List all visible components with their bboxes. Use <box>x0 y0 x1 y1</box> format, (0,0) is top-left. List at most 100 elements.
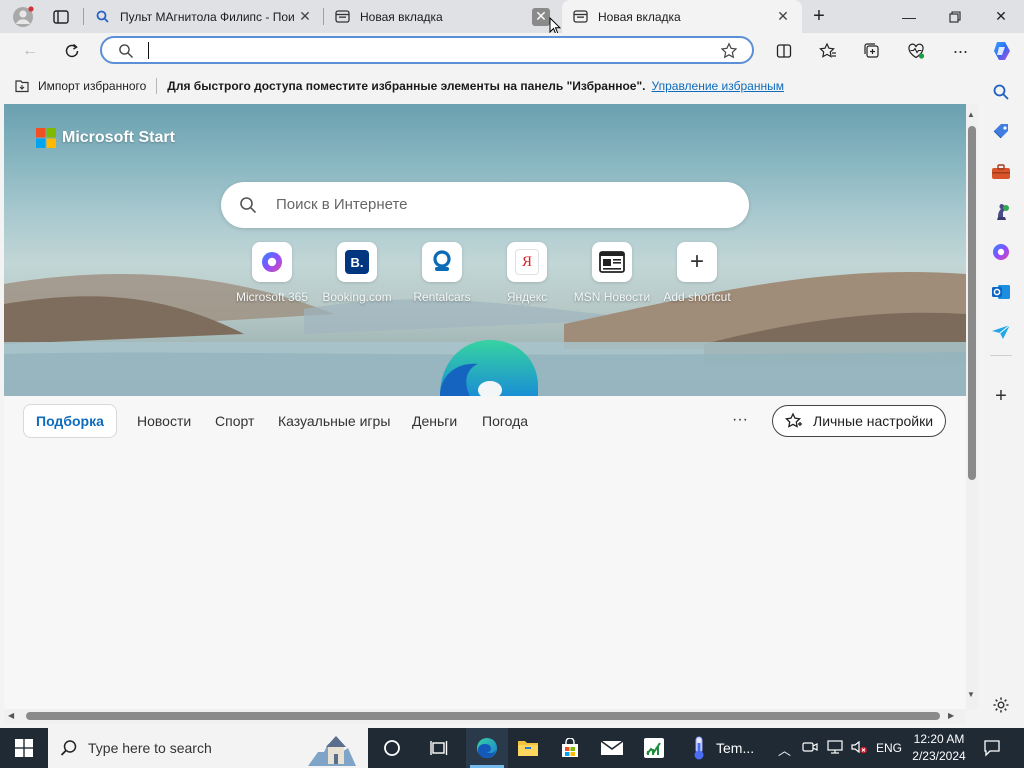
taskbar-store[interactable] <box>550 728 590 768</box>
favorites-button[interactable] <box>814 37 842 65</box>
sidebar-tools-button[interactable] <box>988 159 1014 185</box>
tab-new-active[interactable]: Новая вкладка ✕ <box>562 0 802 33</box>
category-tab[interactable]: Погода <box>482 405 528 437</box>
notification-icon <box>984 740 1000 757</box>
add-shortcut-button[interactable]: + Add shortcut <box>652 242 742 304</box>
toolbox-icon <box>992 164 1010 179</box>
taskbar-weather-widget[interactable]: Tem... <box>690 728 754 768</box>
restore-icon <box>949 10 961 23</box>
personalize-star-icon <box>785 412 802 428</box>
back-arrow-icon: ← <box>22 42 38 59</box>
scroll-up-icon[interactable]: ▲ <box>967 110 975 119</box>
stocks-chart-icon <box>644 738 664 758</box>
sidebar-shopping-button[interactable] <box>988 119 1014 145</box>
vertical-scroll-thumb[interactable] <box>968 126 976 480</box>
horizontal-scrollbar[interactable]: ◀ ▶ <box>4 709 966 724</box>
task-view-icon <box>430 741 448 755</box>
microsoft-logo-icon <box>36 128 56 148</box>
manage-favorites-link[interactable]: Управление избранным <box>652 79 784 93</box>
language-indicator[interactable]: ENG <box>876 741 902 755</box>
profile-avatar-icon <box>13 6 34 27</box>
back-button[interactable]: ← <box>16 37 44 65</box>
personalize-button[interactable]: Личные настройки <box>772 405 946 437</box>
cortana-button[interactable] <box>372 728 412 768</box>
quick-link-rentalcars[interactable]: Rentalcars <box>397 242 487 304</box>
settings-more-button[interactable]: ··· <box>946 37 974 65</box>
category-tab[interactable]: Новости <box>137 405 191 437</box>
close-tab-icon[interactable]: ✕ <box>532 7 550 26</box>
quick-link-booking[interactable]: B. Booking.com <box>312 242 402 304</box>
category-tab[interactable]: Деньги <box>412 405 457 437</box>
taskbar-stocks-app[interactable] <box>634 728 674 768</box>
search-icon <box>60 740 77 756</box>
refresh-button[interactable] <box>58 37 86 65</box>
sidebar-add-button[interactable]: + <box>988 383 1014 409</box>
task-view-button[interactable] <box>420 728 460 768</box>
new-tab-page: Microsoft Start Поиск в Интернете Micros… <box>4 104 966 709</box>
sidebar-drop-button[interactable] <box>988 319 1014 345</box>
minimize-button[interactable]: — <box>886 0 932 33</box>
sidebar-settings-button[interactable] <box>988 692 1014 718</box>
notifications-button[interactable] <box>972 728 1012 768</box>
close-tab-icon[interactable]: ✕ <box>296 8 314 26</box>
volume-muted-icon <box>851 740 867 754</box>
address-bar[interactable] <box>100 36 754 64</box>
split-screen-button[interactable] <box>770 37 798 65</box>
yandex-icon: Я <box>507 242 547 282</box>
more-categories-button[interactable]: ··· <box>732 404 748 436</box>
category-tab-active[interactable]: Подборка <box>23 404 117 438</box>
plus-icon: + <box>677 242 717 282</box>
shopping-tag-icon <box>993 124 1008 139</box>
tab-actions-button[interactable] <box>48 4 74 30</box>
network-icon <box>827 740 843 754</box>
taskbar-edge-app[interactable] <box>466 728 508 768</box>
search-icon <box>993 84 1009 100</box>
brand-logo[interactable]: Microsoft Start <box>36 128 175 148</box>
show-hidden-icons-button[interactable]: ︿ <box>778 740 791 759</box>
search-highlight-image <box>308 736 356 766</box>
start-button[interactable] <box>4 728 44 768</box>
quick-link-yandex[interactable]: Я Яндекс <box>482 242 572 304</box>
tray-volume[interactable] <box>850 739 868 758</box>
scroll-right-icon[interactable]: ▶ <box>948 711 954 720</box>
favorites-icon <box>819 42 836 58</box>
new-tab-button[interactable]: + <box>806 3 832 29</box>
sidebar-outlook-button[interactable] <box>988 279 1014 305</box>
quick-link-microsoft365[interactable]: Microsoft 365 <box>227 242 317 304</box>
horizontal-scroll-thumb[interactable] <box>26 712 940 720</box>
close-window-button[interactable]: ✕ <box>978 0 1024 33</box>
tray-meet-now[interactable] <box>802 739 818 758</box>
profile-button[interactable] <box>8 4 38 30</box>
tab-title: Пульт МАгнитола Филипс - Пои <box>120 9 295 24</box>
category-tab[interactable]: Спорт <box>215 405 254 437</box>
chess-piece-icon <box>997 204 1009 220</box>
restore-button[interactable] <box>932 0 978 33</box>
category-tab[interactable]: Казуальные игры <box>278 405 390 437</box>
taskbar-clock[interactable]: 12:20 AM 2/23/2024 <box>906 731 972 765</box>
import-favorites-button[interactable]: Импорт избранного <box>14 79 146 93</box>
refresh-icon <box>65 43 79 58</box>
vertical-scrollbar[interactable]: ▲ ▼ <box>966 104 978 709</box>
close-tab-icon[interactable]: ✕ <box>774 8 792 26</box>
web-search-box[interactable]: Поиск в Интернете <box>221 182 749 228</box>
scroll-left-icon[interactable]: ◀ <box>8 711 14 720</box>
tab-new-1[interactable]: Новая вкладка ✕ <box>324 0 560 33</box>
favbar-hint: Для быстрого доступа поместите избранные… <box>167 79 646 93</box>
tab-title: Новая вкладка <box>360 9 443 24</box>
sidebar-search-button[interactable] <box>988 79 1014 105</box>
search-icon <box>240 197 257 214</box>
copilot-button[interactable] <box>988 37 1016 65</box>
sidebar-games-button[interactable] <box>988 199 1014 225</box>
taskbar-mail[interactable] <box>592 728 632 768</box>
scroll-down-icon[interactable]: ▼ <box>967 690 975 699</box>
taskbar-file-explorer[interactable] <box>508 728 548 768</box>
folder-icon <box>518 741 538 756</box>
tray-network[interactable] <box>826 739 844 758</box>
favorite-star-icon[interactable] <box>720 42 738 60</box>
collections-button[interactable] <box>858 37 886 65</box>
browser-essentials-button[interactable] <box>902 37 930 65</box>
tab-magnitola[interactable]: Пульт МАгнитола Филипс - Пои ✕ <box>84 0 324 33</box>
taskbar-search-box[interactable]: Type here to search <box>48 728 368 768</box>
quick-link-msn-news[interactable]: MSN Новости <box>567 242 657 304</box>
sidebar-m365-button[interactable] <box>988 239 1014 265</box>
